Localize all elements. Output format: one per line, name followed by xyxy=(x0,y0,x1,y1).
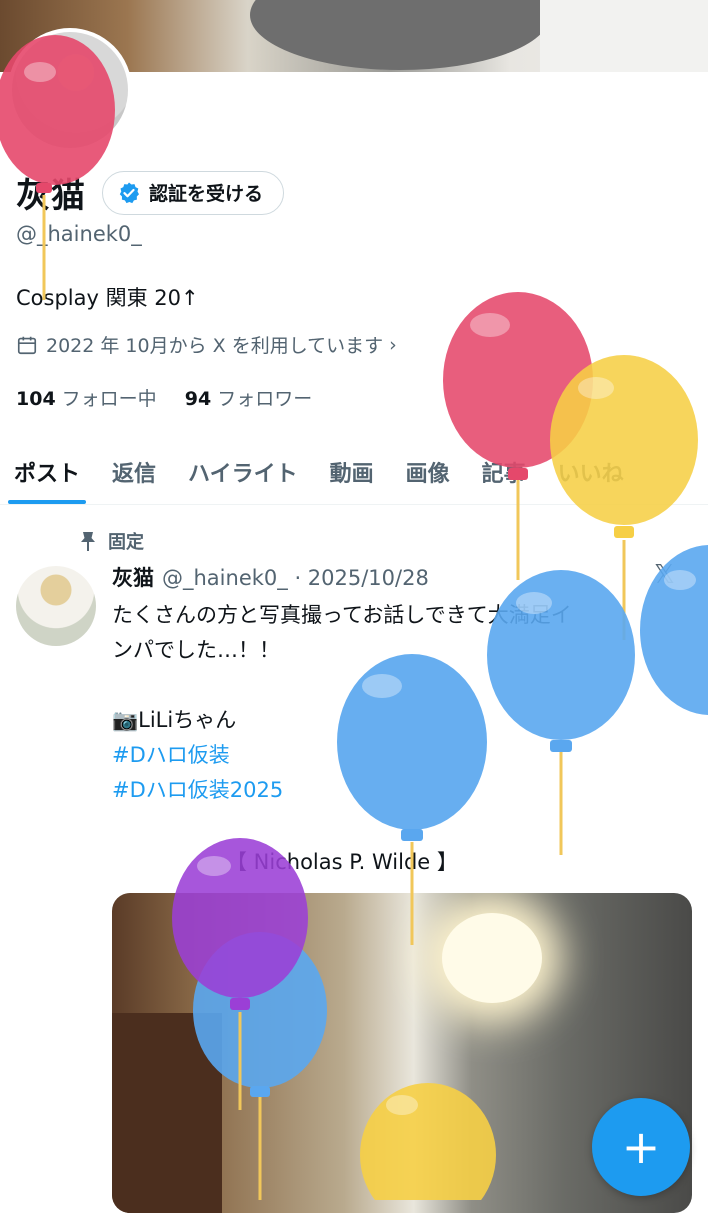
post-author-name[interactable]: 灰猫 xyxy=(112,566,154,590)
profile-handle: @_hainek0_ xyxy=(16,222,142,246)
follow-stats: 104 フォロー中 94 フォロワー xyxy=(16,384,312,411)
banner-floor xyxy=(540,0,708,72)
profile-name: 灰猫 xyxy=(16,176,86,216)
get-verified-button[interactable]: 認証を受ける xyxy=(102,170,285,215)
x-logo-icon[interactable]: 𝕏 xyxy=(654,560,675,590)
post-handle-date[interactable]: @_hainek0_ · 2025/10/28 xyxy=(162,566,429,590)
post-header: 灰猫 @_hainek0_ · 2025/10/28 xyxy=(112,562,429,592)
verified-badge-icon xyxy=(119,182,139,203)
post-caption: 【 Nicholas P. Wilde 】 xyxy=(226,850,458,874)
following-count: 104 xyxy=(16,388,56,410)
chevron-right-icon: › xyxy=(389,333,397,356)
following-label: フォロー中 xyxy=(61,388,157,410)
tab-articles[interactable]: 記事 xyxy=(466,440,542,504)
post-text-line: ンパでした…！！ xyxy=(112,638,280,662)
pinned-label: 固定 xyxy=(108,532,144,553)
profile-bio: Cosplay 関東 20↑ xyxy=(16,286,199,310)
followers-count: 94 xyxy=(184,388,212,410)
joined-text: 2022 年 10月から X を利用しています xyxy=(46,335,384,357)
plus-icon: + xyxy=(621,1120,661,1174)
profile-avatar[interactable] xyxy=(8,28,132,152)
joined-date[interactable]: 2022 年 10月から X を利用しています › xyxy=(16,331,397,358)
tab-posts[interactable]: ポスト xyxy=(0,440,96,504)
post-text-line: 📷LiLiちゃん xyxy=(112,708,237,732)
post-text: たくさんの方と写真撮ってお話しできて大満足イ ンパでした…！！ 📷LiLiちゃん #D… xyxy=(112,598,692,808)
tab-likes[interactable]: いいね xyxy=(542,440,640,504)
avatar-image xyxy=(12,32,128,148)
followers-label: フォロワー xyxy=(217,388,313,410)
name-row: 灰猫 認証を受ける xyxy=(16,168,285,217)
pinned-indicator: 固定 xyxy=(78,528,144,554)
followers-link[interactable]: 94 フォロワー xyxy=(185,388,312,410)
hashtag-link[interactable]: #Dハロ仮装 xyxy=(112,738,692,773)
tab-replies[interactable]: 返信 xyxy=(96,440,172,504)
balloon-red-2 xyxy=(443,292,593,580)
photo-lamp xyxy=(442,913,542,1003)
profile-tabs: ポスト 返信 ハイライト 動画 画像 記事 いいね xyxy=(0,440,708,505)
tab-videos[interactable]: 動画 xyxy=(314,440,390,504)
following-link[interactable]: 104 フォロー中 xyxy=(16,388,163,410)
compose-button[interactable]: + xyxy=(592,1098,690,1196)
tab-images[interactable]: 画像 xyxy=(390,440,466,504)
pin-icon xyxy=(81,532,95,551)
calendar-icon xyxy=(17,336,37,354)
hashtag-link[interactable]: #Dハロ仮装2025 xyxy=(112,773,692,808)
get-verified-label: 認証を受ける xyxy=(149,183,264,205)
banner-cat-image xyxy=(250,0,550,70)
post-author-avatar[interactable] xyxy=(16,566,96,646)
post-text-line: たくさんの方と写真撮ってお話しできて大満足イ xyxy=(112,603,572,627)
tab-highlights[interactable]: ハイライト xyxy=(172,440,314,504)
photo-wall xyxy=(112,1013,222,1213)
